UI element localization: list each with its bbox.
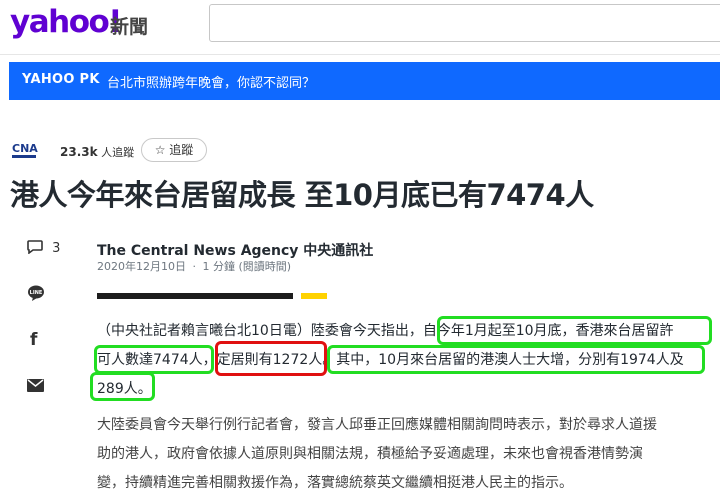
highlight-box-green xyxy=(90,372,155,401)
comments-button[interactable]: 3 xyxy=(27,240,60,256)
top-bar: yahoo! 新聞 xyxy=(0,0,720,55)
follow-label: 追蹤 xyxy=(169,143,194,157)
highlight-box-green xyxy=(94,345,214,374)
highlight-box-green xyxy=(437,316,712,345)
yahoo-logo[interactable]: yahoo! xyxy=(10,4,122,40)
comment-count: 3 xyxy=(52,241,61,256)
highlight-box-green xyxy=(327,345,705,374)
article-title: 港人今年來台居留成長 至10月底已有7474人 xyxy=(10,178,594,212)
paragraph-line: 變，持續精進完善相關救援作為，落實總統蔡英文繼續相挺港人民主的指示。 xyxy=(97,475,573,491)
read-time: 1 分鐘 (閱讀時間) xyxy=(202,260,292,273)
follower-label: 人追蹤 xyxy=(101,146,135,159)
banner-tag: YAHOO PK xyxy=(22,72,100,87)
article-meta: 2020年12月10日 · 1 分鐘 (閱讀時間) xyxy=(97,260,292,273)
paragraph-line: 大陸委員會今天舉行例行記者會，發言人邱垂正回應媒體相關詢問時表示，對於尋求人道援 xyxy=(97,417,657,433)
comment-icon xyxy=(27,240,43,255)
mail-icon xyxy=(27,379,44,392)
cna-logo-text: CNA xyxy=(12,142,38,155)
publish-date: 2020年12月10日 xyxy=(97,260,186,273)
line-icon-text: LINE xyxy=(30,290,43,296)
mail-share-button[interactable] xyxy=(27,377,44,396)
facebook-share-button[interactable]: f xyxy=(30,330,37,350)
yahoo-pk-banner[interactable]: YAHOO PK 台北市照辦跨年晚會，你認不認同？ xyxy=(9,62,720,100)
cna-logo[interactable]: CNA xyxy=(12,141,46,161)
provider-divider xyxy=(97,293,293,299)
line-share-button[interactable]: LINE xyxy=(27,284,45,306)
follow-button[interactable]: ☆ 追蹤 xyxy=(141,138,207,162)
article-paragraph-2: 大陸委員會今天舉行例行記者會，發言人邱垂正回應媒體相關詢問時表示，對於尋求人道援… xyxy=(97,411,702,498)
paragraph-line: 289人。 xyxy=(97,381,152,397)
paragraph-line: 助的港人，政府會依據人道原則與相關法規，積極給予妥適處理，未來也會視香港情勢演 xyxy=(97,446,643,462)
banner-headline[interactable]: 台北市照辦跨年晚會，你認不認同？ xyxy=(107,72,315,91)
line-icon: LINE xyxy=(28,285,44,301)
follower-number: 23.3k xyxy=(60,145,98,159)
provider-name[interactable]: The Central News Agency 中央通訊社 xyxy=(97,240,373,260)
follower-count: 23.3k 人追蹤 xyxy=(60,144,134,160)
star-icon: ☆ xyxy=(154,143,166,157)
news-section-label[interactable]: 新聞 xyxy=(110,12,148,39)
highlight-box-red xyxy=(215,341,327,376)
provider-divider-accent xyxy=(301,293,327,299)
facebook-icon: f xyxy=(30,330,38,350)
search-input[interactable] xyxy=(209,4,720,42)
